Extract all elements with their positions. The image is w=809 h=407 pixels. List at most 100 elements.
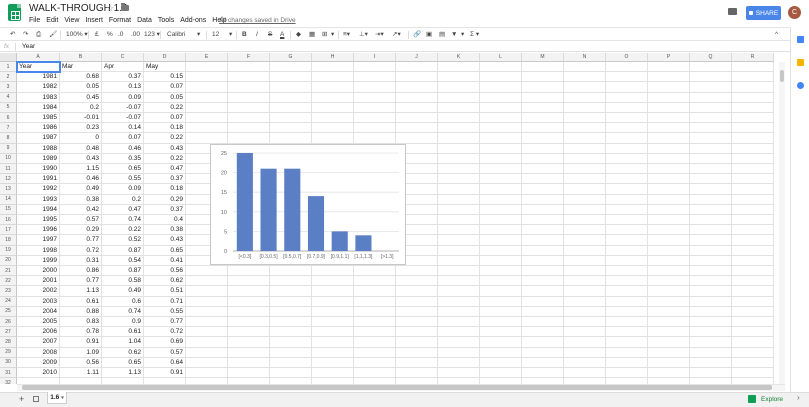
empty-cell[interactable] <box>690 174 732 185</box>
data-cell[interactable]: 0.07 <box>144 82 186 93</box>
empty-cell[interactable] <box>354 62 396 73</box>
empty-cell[interactable] <box>732 72 774 83</box>
empty-cell[interactable] <box>564 286 606 297</box>
empty-cell[interactable] <box>732 245 774 256</box>
add-sheet-icon[interactable]: + <box>19 394 24 404</box>
empty-cell[interactable] <box>606 133 648 144</box>
empty-cell[interactable] <box>732 296 774 307</box>
empty-cell[interactable] <box>522 357 564 368</box>
empty-cell[interactable] <box>522 317 564 328</box>
tasks-icon[interactable] <box>797 82 804 89</box>
empty-cell[interactable] <box>648 245 690 256</box>
empty-cell[interactable] <box>228 357 270 368</box>
folder-icon[interactable] <box>121 3 129 11</box>
empty-cell[interactable] <box>480 143 522 154</box>
empty-cell[interactable] <box>606 174 648 185</box>
strikethrough-button[interactable]: S <box>268 30 272 39</box>
column-header[interactable]: A <box>17 53 60 62</box>
empty-cell[interactable] <box>690 113 732 124</box>
data-cell[interactable]: 1996 <box>17 225 60 236</box>
empty-cell[interactable] <box>564 164 606 175</box>
font-size-select[interactable]: 12 <box>212 30 219 39</box>
data-cell[interactable]: 0.18 <box>144 184 186 195</box>
row-header[interactable]: 10 <box>0 153 17 164</box>
column-header[interactable]: O <box>606 53 648 62</box>
empty-cell[interactable] <box>732 174 774 185</box>
chart-bar[interactable] <box>355 235 372 251</box>
all-sheets-icon[interactable] <box>33 396 39 402</box>
data-cell[interactable]: 1981 <box>17 72 60 83</box>
empty-cell[interactable] <box>732 204 774 215</box>
empty-cell[interactable] <box>228 286 270 297</box>
data-cell[interactable]: 0.65 <box>102 164 144 175</box>
empty-cell[interactable] <box>396 133 438 144</box>
data-cell[interactable]: 1985 <box>17 113 60 124</box>
calendar-icon[interactable] <box>797 36 804 43</box>
header-cell[interactable]: Year <box>16 60 61 74</box>
empty-cell[interactable] <box>396 92 438 103</box>
empty-cell[interactable] <box>312 317 354 328</box>
data-cell[interactable]: 0.78 <box>60 327 102 338</box>
menu-data[interactable]: Data <box>134 16 155 25</box>
font-family-dropdown-icon[interactable]: ▾ <box>197 30 200 39</box>
empty-cell[interactable] <box>480 296 522 307</box>
empty-cell[interactable] <box>312 368 354 379</box>
empty-cell[interactable] <box>480 123 522 134</box>
empty-cell[interactable] <box>480 266 522 277</box>
empty-cell[interactable] <box>396 347 438 358</box>
data-cell[interactable]: 0.9 <box>102 317 144 328</box>
data-cell[interactable]: 0.23 <box>60 123 102 134</box>
data-cell[interactable]: 0.56 <box>60 357 102 368</box>
text-wrap-icon[interactable]: ⇥▾ <box>375 30 384 39</box>
empty-cell[interactable] <box>354 317 396 328</box>
data-cell[interactable]: 0.22 <box>144 102 186 113</box>
text-color-button[interactable]: A <box>280 30 284 39</box>
data-cell[interactable]: 0.45 <box>60 92 102 103</box>
empty-cell[interactable] <box>732 337 774 348</box>
data-cell[interactable]: 0.71 <box>144 296 186 307</box>
data-cell[interactable]: 1989 <box>17 153 60 164</box>
empty-cell[interactable] <box>564 215 606 226</box>
empty-cell[interactable] <box>648 72 690 83</box>
empty-cell[interactable] <box>606 327 648 338</box>
empty-cell[interactable] <box>564 82 606 93</box>
empty-cell[interactable] <box>438 164 480 175</box>
empty-cell[interactable] <box>690 255 732 266</box>
empty-cell[interactable] <box>354 296 396 307</box>
data-cell[interactable]: 2000 <box>17 266 60 277</box>
vertical-scrollbar[interactable] <box>779 62 785 384</box>
empty-cell[interactable] <box>606 204 648 215</box>
empty-cell[interactable] <box>606 184 648 195</box>
empty-cell[interactable] <box>480 153 522 164</box>
functions-button[interactable]: Σ ▾ <box>470 30 479 39</box>
row-header[interactable]: 6 <box>0 113 17 124</box>
data-cell[interactable]: 0.22 <box>144 153 186 164</box>
empty-cell[interactable] <box>480 82 522 93</box>
empty-cell[interactable] <box>354 113 396 124</box>
row-header[interactable]: 4 <box>0 92 17 103</box>
empty-cell[interactable] <box>690 204 732 215</box>
empty-cell[interactable] <box>648 133 690 144</box>
empty-cell[interactable] <box>438 368 480 379</box>
empty-cell[interactable] <box>186 123 228 134</box>
empty-cell[interactable] <box>606 276 648 287</box>
data-cell[interactable]: 1.09 <box>60 347 102 358</box>
data-cell[interactable]: 0.65 <box>102 357 144 368</box>
empty-cell[interactable] <box>354 337 396 348</box>
empty-cell[interactable] <box>186 368 228 379</box>
empty-cell[interactable] <box>480 194 522 205</box>
empty-cell[interactable] <box>648 276 690 287</box>
empty-cell[interactable] <box>438 194 480 205</box>
empty-cell[interactable] <box>354 82 396 93</box>
data-cell[interactable]: 0.61 <box>102 327 144 338</box>
empty-cell[interactable] <box>438 123 480 134</box>
empty-cell[interactable] <box>732 153 774 164</box>
data-cell[interactable]: 0.48 <box>60 143 102 154</box>
data-cell[interactable]: -0.07 <box>102 113 144 124</box>
data-cell[interactable]: 1.13 <box>102 368 144 379</box>
data-cell[interactable]: -0.01 <box>60 113 102 124</box>
empty-cell[interactable] <box>690 317 732 328</box>
empty-cell[interactable] <box>648 225 690 236</box>
data-cell[interactable]: 1995 <box>17 215 60 226</box>
data-cell[interactable]: 0.14 <box>102 123 144 134</box>
